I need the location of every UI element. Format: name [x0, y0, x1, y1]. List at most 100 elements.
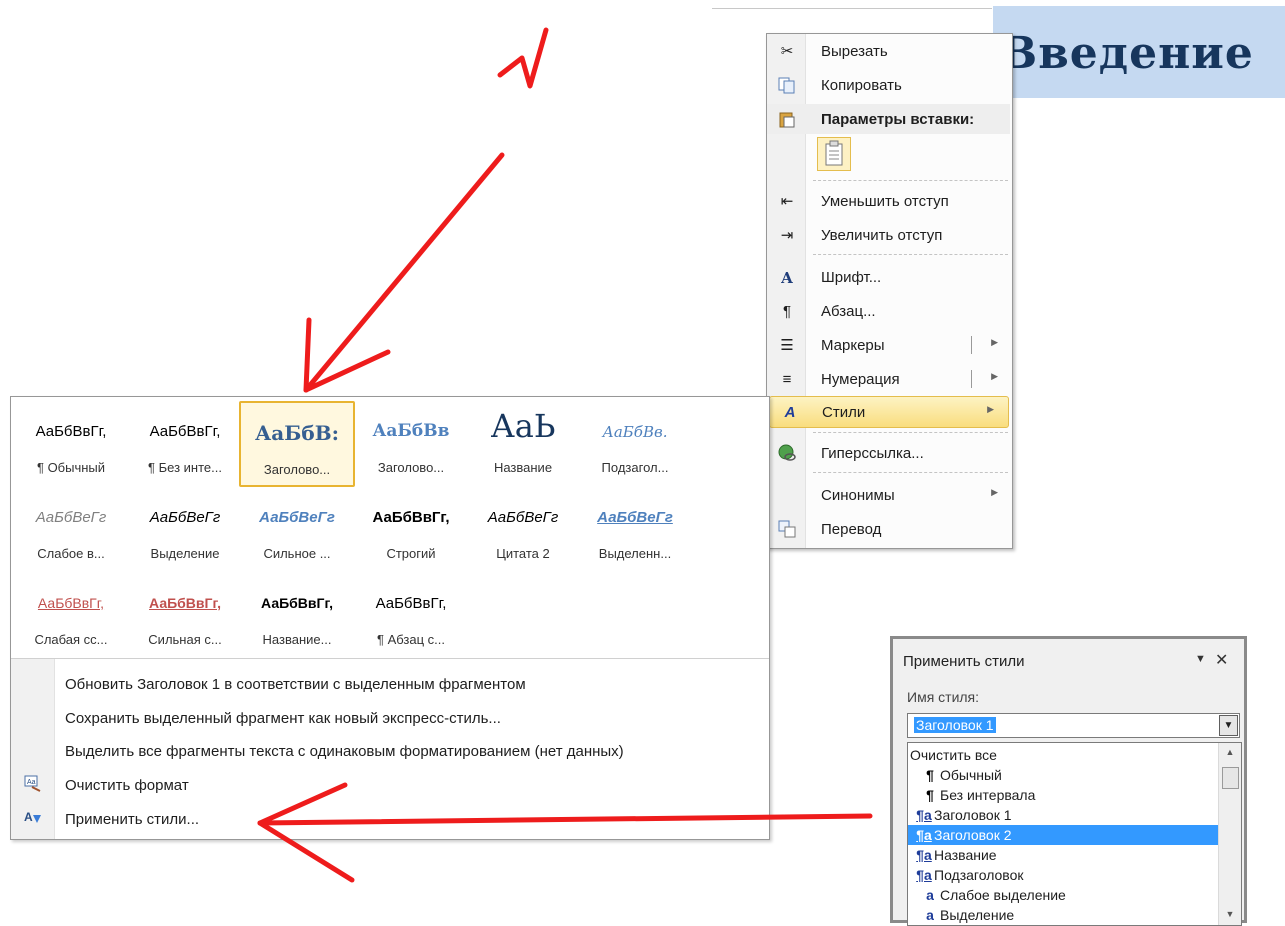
close-icon[interactable]: ✕	[1215, 650, 1228, 670]
cut-icon: ✂	[780, 43, 794, 60]
menu-item-label: Маркеры	[821, 337, 885, 354]
context-menu: ✂ Вырезать Копировать Параметры вставки:…	[766, 33, 1013, 549]
menu-item-paragraph[interactable]: ¶ Абзац...	[767, 296, 1012, 326]
scrollbar-thumb[interactable]	[1222, 767, 1239, 789]
menu-item-label: Шрифт...	[821, 269, 882, 286]
style-tile-heading-2[interactable]: АаБбВв Заголово...	[355, 401, 467, 483]
paste-keep-formatting-button[interactable]	[817, 137, 851, 171]
menu-item-copy[interactable]: Копировать	[767, 70, 1012, 100]
list-item[interactable]: Очистить все	[908, 745, 1214, 765]
list-scrollbar[interactable]: ▲ ▼	[1218, 743, 1241, 925]
annotation-digit-one	[497, 27, 549, 89]
style-sample: АаБбВвГг,	[261, 595, 333, 611]
style-tile-intense-quote[interactable]: АаБбВеГг Выделенн...	[579, 487, 691, 569]
annotation-arrowhead	[303, 349, 391, 393]
style-tile-strong[interactable]: АаБбВвГг, Строгий	[355, 487, 467, 569]
style-name-combobox[interactable]: Заголовок 1 ▼	[907, 713, 1240, 738]
list-item[interactable]: ¶ Обычный	[908, 765, 1226, 785]
menu-split-divider	[971, 370, 972, 388]
style-tile-emphasis[interactable]: АаБбВеГг Выделение	[129, 487, 241, 569]
menu-item-bullets[interactable]: ☰ Маркеры ▶	[767, 330, 1012, 360]
paste-options-header: Параметры вставки:	[767, 104, 1010, 134]
menu-item-hyperlink[interactable]: Гиперссылка...	[767, 438, 1012, 468]
document-heading[interactable]: Введение	[1000, 28, 1254, 79]
submenu-arrow-icon: ▶	[987, 404, 994, 414]
menu-item-synonyms[interactable]: Синонимы ▶	[767, 480, 1012, 510]
increase-indent-icon: ⇥	[780, 227, 794, 244]
chevron-down-icon[interactable]: ▼	[1219, 715, 1238, 736]
style-sample: АаБбВв.	[602, 423, 668, 441]
apply-styles-icon: A	[23, 809, 43, 829]
style-name: Заголово...	[263, 462, 331, 477]
style-name: Строгий	[386, 546, 436, 561]
list-item[interactable]: ¶a Подзаголовок	[908, 865, 1220, 885]
style-sample: АаБбВеГг	[35, 509, 107, 526]
style-tile-book-title[interactable]: АаБбВвГг, Название...	[241, 573, 353, 655]
style-tile-subtitle[interactable]: АаБбВв. Подзагол...	[579, 401, 691, 483]
menu-item-styles[interactable]: A Стили ▶	[769, 396, 1009, 428]
paragraph-style-icon: ¶	[926, 787, 934, 803]
style-tile-title[interactable]: АаЬ Название	[467, 401, 579, 483]
menu-item-translate[interactable]: Перевод	[767, 514, 1012, 544]
linked-style-icon: ¶a	[916, 807, 932, 823]
style-tile-intense-emphasis[interactable]: АаБбВеГг Сильное ...	[241, 487, 353, 569]
menu-item-label: Увеличить отступ	[821, 227, 943, 244]
style-name: Подзагол...	[601, 460, 669, 475]
list-item-label: Подзаголовок	[934, 867, 1024, 883]
menu-item-font[interactable]: A Шрифт...	[767, 262, 1012, 292]
style-sample: АаБбВвГг,	[149, 595, 221, 611]
submenu-arrow-icon[interactable]: ▶	[991, 371, 998, 382]
pane-title: Применить стили	[903, 653, 1025, 670]
style-sample: АаБбВв	[372, 421, 450, 441]
list-item[interactable]: a Выделение	[908, 905, 1226, 925]
style-name: Заголово...	[377, 460, 445, 475]
menu-split-divider	[971, 336, 972, 354]
style-name: Выделенн...	[598, 546, 672, 561]
style-tile-subtle-emphasis[interactable]: АаБбВеГг Слабое в...	[15, 487, 127, 569]
style-tile-no-spacing[interactable]: АаБбВвГг, ¶ Без инте...	[129, 401, 241, 483]
paste-keep-source-icon	[825, 140, 843, 166]
menu-item-numbering[interactable]: ≡ Нумерация ▶	[767, 364, 1012, 394]
menu-item-decrease-indent[interactable]: ⇤ Уменьшить отступ	[767, 186, 1012, 216]
style-tile-normal[interactable]: АаБбВвГг, ¶ Обычный	[15, 401, 127, 483]
linked-style-icon: ¶a	[916, 867, 932, 883]
translate-icon	[777, 520, 797, 540]
hyperlink-icon	[777, 444, 797, 464]
document-edge	[712, 0, 992, 9]
paragraph-style-icon: ¶	[926, 767, 934, 783]
menu-item-label: Вырезать	[821, 43, 888, 60]
style-tile-list-paragraph[interactable]: АаБбВвГг, ¶ Абзац с...	[355, 573, 467, 655]
list-item[interactable]: ¶a Название	[908, 845, 1220, 865]
menu-item-label: Гиперссылка...	[821, 445, 924, 462]
style-name-label: Имя стиля:	[907, 689, 980, 705]
list-item-label: Заголовок 2	[934, 827, 1012, 843]
style-tile-heading-1[interactable]: АаБбВ: Заголово...	[239, 401, 355, 487]
style-tile-intense-reference[interactable]: АаБбВвГг, Сильная с...	[129, 573, 241, 655]
style-name: ¶ Без инте...	[148, 460, 222, 475]
style-sample: АаБбВеГг	[597, 509, 673, 526]
style-name-value[interactable]: Заголовок 1	[914, 717, 996, 733]
pane-options-icon[interactable]: ▼	[1195, 653, 1206, 665]
list-item[interactable]: ¶ Без интервала	[908, 785, 1226, 805]
scroll-down-icon[interactable]: ▼	[1219, 909, 1241, 919]
scroll-up-icon[interactable]: ▲	[1219, 747, 1241, 757]
menu-item-cut[interactable]: ✂ Вырезать	[767, 36, 1012, 66]
select-similar-formatting-command[interactable]: Выделить все фрагменты текста с одинаков…	[65, 743, 624, 760]
clear-format-command[interactable]: Очистить формат	[65, 777, 189, 794]
list-item-selected[interactable]: ¶a Заголовок 2	[908, 825, 1220, 845]
style-tile-quote-2[interactable]: АаБбВеГг Цитата 2	[467, 487, 579, 569]
numbering-icon: ≡	[782, 371, 792, 388]
style-tile-subtle-reference[interactable]: АаБбВвГг, Слабая сс...	[15, 573, 127, 655]
list-item[interactable]: a Слабое выделение	[908, 885, 1226, 905]
menu-item-label: Нумерация	[821, 371, 900, 388]
save-quick-style-command[interactable]: Сохранить выделенный фрагмент как новый …	[65, 710, 501, 727]
apply-styles-command[interactable]: Применить стили...	[65, 811, 199, 828]
styles-gallery: АаБбВвГг, ¶ Обычный АаБбВвГг, ¶ Без инте…	[10, 396, 770, 840]
submenu-arrow-icon[interactable]: ▶	[991, 337, 998, 348]
paste-options-label: Параметры вставки:	[821, 111, 975, 128]
list-item[interactable]: ¶a Заголовок 1	[908, 805, 1220, 825]
update-style-command[interactable]: Обновить Заголовок 1 в соответствии с вы…	[65, 676, 526, 693]
list-item-label: Название	[934, 847, 997, 863]
style-name: Слабое в...	[37, 546, 105, 561]
menu-item-increase-indent[interactable]: ⇥ Увеличить отступ	[767, 220, 1012, 250]
